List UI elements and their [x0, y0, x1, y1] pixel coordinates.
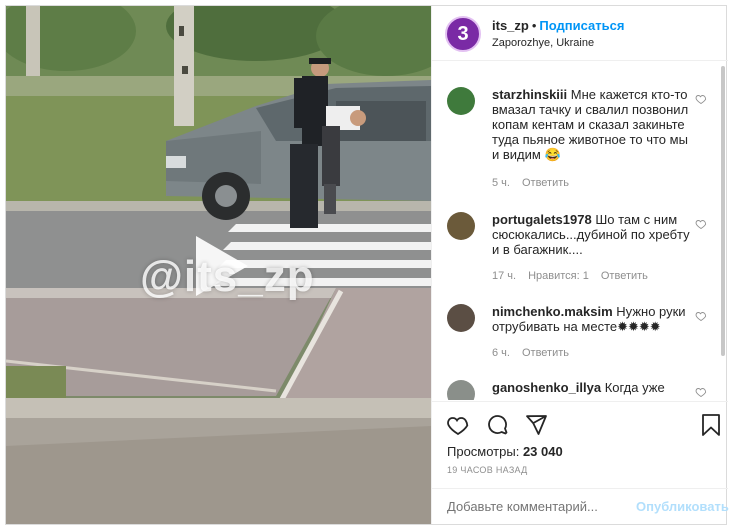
reply-button[interactable]: Ответить [522, 347, 569, 359]
post-location[interactable]: Zaporozhye, Ukraine [492, 37, 594, 49]
post-timestamp[interactable]: 19 ЧАСОВ НАЗАД [447, 465, 528, 475]
comment-username[interactable]: starzhinskiii [492, 87, 567, 102]
comment-text: portugalets1978 Шо там с ним сюсюкались.… [492, 212, 692, 257]
publish-button[interactable]: Опубликовать [636, 499, 729, 514]
video-watermark: @its_zp [140, 252, 315, 301]
comments-list[interactable]: starzhinskiii Мне кажется кто-то вмазал … [432, 62, 728, 400]
share-icon[interactable] [524, 413, 548, 437]
comment-time: 5 ч. [492, 177, 510, 189]
views-count[interactable]: 23 040 [523, 444, 563, 459]
instagram-post: @its_zp 3 its_zp • Подписаться Zaporozhye,… [5, 5, 729, 525]
comment-username[interactable]: portugalets1978 [492, 212, 592, 227]
post-video[interactable]: @its_zp [6, 6, 431, 524]
comment-time: 17 ч. [492, 270, 517, 282]
account-username[interactable]: its_zp [492, 18, 529, 33]
comment-heart-icon[interactable] [695, 218, 707, 230]
comment-username[interactable]: ganoshenko_illya [492, 380, 601, 395]
comment-icon[interactable] [486, 413, 510, 437]
comment-text: starzhinskiii Мне кажется кто-то вмазал … [492, 87, 692, 162]
avatar-glyph: 3 [457, 23, 469, 45]
follow-button[interactable]: Подписаться [539, 18, 624, 33]
commenter-avatar[interactable] [447, 87, 475, 115]
account-avatar[interactable]: 3 [445, 16, 481, 52]
bookmark-icon[interactable] [700, 413, 722, 437]
heart-icon[interactable] [446, 413, 470, 437]
reply-button[interactable]: Ответить [601, 270, 648, 282]
commenter-avatar[interactable] [447, 212, 475, 240]
post-actions: Просмотры: 23 040 19 ЧАСОВ НАЗАД Опублик… [432, 401, 729, 525]
comment-meta: 6 ч. Ответить [492, 347, 581, 359]
views-count-line: Просмотры: 23 040 [447, 444, 563, 459]
comment-text: nimchenko.maksim Нужно руки отрубивать н… [492, 304, 692, 334]
comment-heart-icon[interactable] [695, 386, 707, 398]
commenter-avatar[interactable] [447, 304, 475, 332]
separator-dot: • [531, 18, 537, 33]
views-label: Просмотры: [447, 444, 520, 459]
comment-heart-icon[interactable] [695, 93, 707, 105]
comment-body: Когда уже [604, 380, 665, 395]
comment-text: ganoshenko_illya Когда уже [492, 380, 692, 395]
comment-heart-icon[interactable] [695, 310, 707, 322]
add-comment-input[interactable] [447, 499, 627, 514]
comment-meta: 5 ч. Ответить [492, 177, 581, 189]
comment-time: 6 ч. [492, 347, 510, 359]
commenter-avatar[interactable] [447, 380, 475, 400]
comment-username[interactable]: nimchenko.maksim [492, 304, 613, 319]
account-line: its_zp • Подписаться [492, 18, 624, 33]
comments-scrollbar[interactable] [721, 66, 725, 356]
post-side-panel: 3 its_zp • Подписаться Zaporozhye, Ukraine… [431, 6, 729, 525]
add-comment-row: Опубликовать [432, 488, 729, 525]
comment-meta: 17 ч. Нравится: 1 Ответить [492, 270, 660, 282]
reply-button[interactable]: Ответить [522, 177, 569, 189]
comment-likes[interactable]: Нравится: 1 [528, 270, 589, 282]
post-header: 3 its_zp • Подписаться Zaporozhye, Ukraine [432, 6, 728, 61]
